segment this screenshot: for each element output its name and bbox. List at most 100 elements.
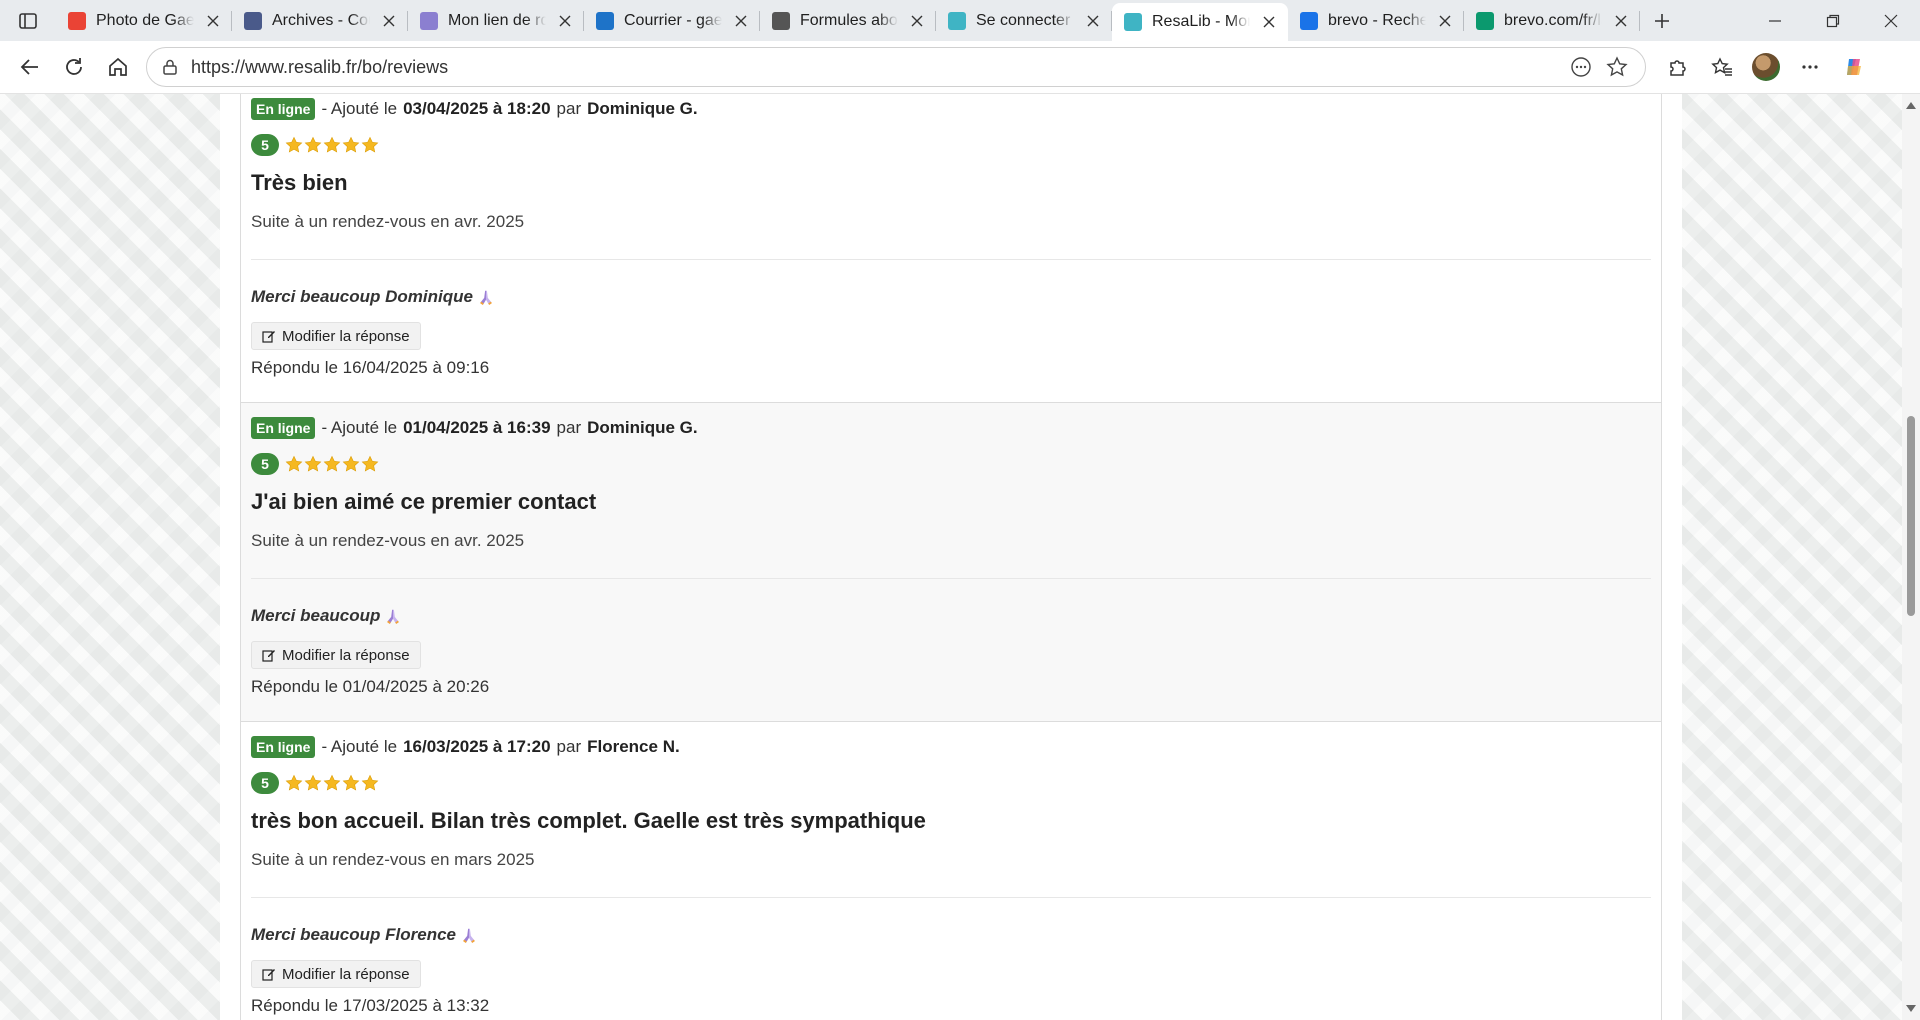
- browser-tab[interactable]: brevo - Rechercher: [1288, 0, 1464, 41]
- scroll-down-arrow[interactable]: [1906, 1005, 1916, 1012]
- rating-badge: 5: [251, 134, 279, 156]
- review-context: Suite à un rendez-vous en avr. 2025: [251, 212, 525, 231]
- edit-reply-button[interactable]: Modifier la réponse: [251, 641, 421, 669]
- url-text[interactable]: https://www.resalib.fr/bo/reviews: [191, 57, 1563, 78]
- sidebar-toggle-icon: [19, 12, 37, 29]
- review-meta: En ligne - Ajouté le 03/04/2025 à 18:20 par…: [251, 98, 1651, 120]
- star-icon: [361, 136, 379, 153]
- close-icon: [735, 15, 747, 26]
- review-title: Très bien: [251, 170, 348, 195]
- tab-close-button[interactable]: [204, 12, 222, 30]
- copilot-icon: [1847, 59, 1861, 75]
- browser-tab[interactable]: ResaLib - Mon compte: [1112, 3, 1288, 41]
- by-label: par: [556, 99, 582, 118]
- status-badge: En ligne: [251, 736, 316, 758]
- review-context: Suite à un rendez-vous en avr. 2025: [251, 531, 525, 550]
- extensions-button[interactable]: [1656, 47, 1700, 87]
- star-icon: [342, 136, 360, 153]
- vertical-scrollbar[interactable]: [1902, 94, 1920, 1020]
- tab-close-button[interactable]: [1436, 12, 1454, 30]
- browser-tab[interactable]: Mon lien de rdv: [408, 0, 584, 41]
- star-icon: [304, 455, 322, 472]
- close-icon: [207, 15, 219, 26]
- review-card: En ligne - Ajouté le 16/03/2025 à 17:20 par…: [241, 722, 1661, 1020]
- browser-tab-strip: Photo de Gaelle Archives - Courrier Mon li…: [0, 0, 1920, 41]
- scroll-up-arrow[interactable]: [1906, 102, 1916, 109]
- edit-reply-label: Modifier la réponse: [282, 965, 410, 983]
- home-icon: [109, 57, 127, 76]
- tab-close-button[interactable]: [380, 12, 398, 30]
- browser-tab[interactable]: Photo de Gaelle: [56, 0, 232, 41]
- more-horizontal-icon: [1802, 65, 1818, 69]
- praying-hands-icon: [387, 609, 400, 624]
- review-meta: En ligne - Ajouté le 16/03/2025 à 17:20 par…: [251, 736, 1651, 758]
- status-badge: En ligne: [251, 417, 316, 439]
- tab-close-button[interactable]: [732, 12, 750, 30]
- added-prefix: - Ajouté le: [321, 418, 398, 437]
- review-meta: En ligne - Ajouté le 01/04/2025 à 16:39 par…: [251, 417, 1651, 439]
- answered-date: Répondu le 17/03/2025 à 13:32: [251, 996, 490, 1015]
- tab-actions-button[interactable]: [0, 0, 56, 41]
- browser-tab[interactable]: Se connecter | ResaLib: [936, 0, 1112, 41]
- review-date: 16/03/2025 à 17:20: [403, 737, 551, 756]
- tab-close-button[interactable]: [556, 12, 574, 30]
- close-icon: [383, 15, 395, 26]
- settings-menu-button[interactable]: [1788, 47, 1832, 87]
- profile-button[interactable]: [1744, 47, 1788, 87]
- answered-date: Répondu le 01/04/2025 à 20:26: [251, 677, 490, 696]
- tab-title: Se connecter | ResaLib: [976, 11, 1074, 29]
- star-icon: [361, 774, 379, 791]
- reload-button[interactable]: [52, 47, 96, 87]
- reply-text: Merci beaucoup: [251, 605, 1651, 627]
- reply-message: Merci beaucoup Dominique: [251, 287, 473, 306]
- status-badge: En ligne: [251, 98, 316, 120]
- copilot-button[interactable]: [1832, 47, 1876, 87]
- star-icon: [323, 136, 341, 153]
- tab-close-button[interactable]: [1260, 13, 1278, 31]
- openai-icon: [772, 11, 790, 30]
- puzzle-icon: [1670, 60, 1686, 76]
- star-icon: [304, 774, 322, 791]
- restore-button[interactable]: [1804, 0, 1862, 41]
- tab-title: Formules abonnement: [800, 11, 898, 29]
- browser-tab[interactable]: Formules abonnement: [760, 0, 936, 41]
- divider: [251, 578, 1651, 579]
- back-button[interactable]: [8, 47, 52, 87]
- address-bar[interactable]: https://www.resalib.fr/bo/reviews: [146, 47, 1646, 87]
- browser-tab[interactable]: brevo.com/fr/landing: [1464, 0, 1640, 41]
- favorites-button[interactable]: [1700, 47, 1744, 87]
- read-aloud-button[interactable]: [1563, 49, 1599, 85]
- scrollbar-thumb[interactable]: [1907, 416, 1915, 616]
- close-window-button[interactable]: [1862, 0, 1920, 41]
- reply-message: Merci beaucoup Florence: [251, 925, 456, 944]
- review-author: Dominique G.: [587, 418, 698, 437]
- tab-close-button[interactable]: [1084, 12, 1102, 30]
- home-button[interactable]: [96, 47, 140, 87]
- edit-reply-button[interactable]: Modifier la réponse: [251, 322, 421, 350]
- browser-tab[interactable]: Courrier - gaelle: [584, 0, 760, 41]
- tab-close-button[interactable]: [1612, 12, 1630, 30]
- edit-reply-button[interactable]: Modifier la réponse: [251, 960, 421, 988]
- close-icon: [911, 15, 923, 26]
- review-title: J'ai bien aimé ce premier contact: [251, 489, 597, 514]
- reload-icon: [66, 58, 82, 75]
- review-title: très bon accueil. Bilan très complet. Ga…: [251, 808, 926, 833]
- minimize-button[interactable]: [1746, 0, 1804, 41]
- tab-close-button[interactable]: [908, 12, 926, 30]
- browser-tab[interactable]: Archives - Courrier: [232, 0, 408, 41]
- tab-title: Courrier - gaelle: [624, 11, 722, 29]
- review-date: 01/04/2025 à 16:39: [403, 418, 551, 437]
- arrow-left-icon: [20, 59, 38, 75]
- close-icon: [1263, 16, 1275, 28]
- reviews-list: En ligne - Ajouté le 03/04/2025 à 18:20 par…: [240, 94, 1662, 1020]
- edit-icon: [262, 650, 275, 662]
- star-icon: [285, 136, 303, 153]
- favorite-button[interactable]: [1599, 49, 1635, 85]
- tab-title: brevo - Rechercher: [1328, 11, 1426, 29]
- star-icon: [323, 774, 341, 791]
- new-tab-button[interactable]: [1640, 0, 1684, 41]
- review-card: En ligne - Ajouté le 01/04/2025 à 16:39 par…: [241, 403, 1661, 722]
- booking-icon: [420, 11, 438, 30]
- star-icon: [304, 136, 322, 153]
- star-icon: [342, 455, 360, 472]
